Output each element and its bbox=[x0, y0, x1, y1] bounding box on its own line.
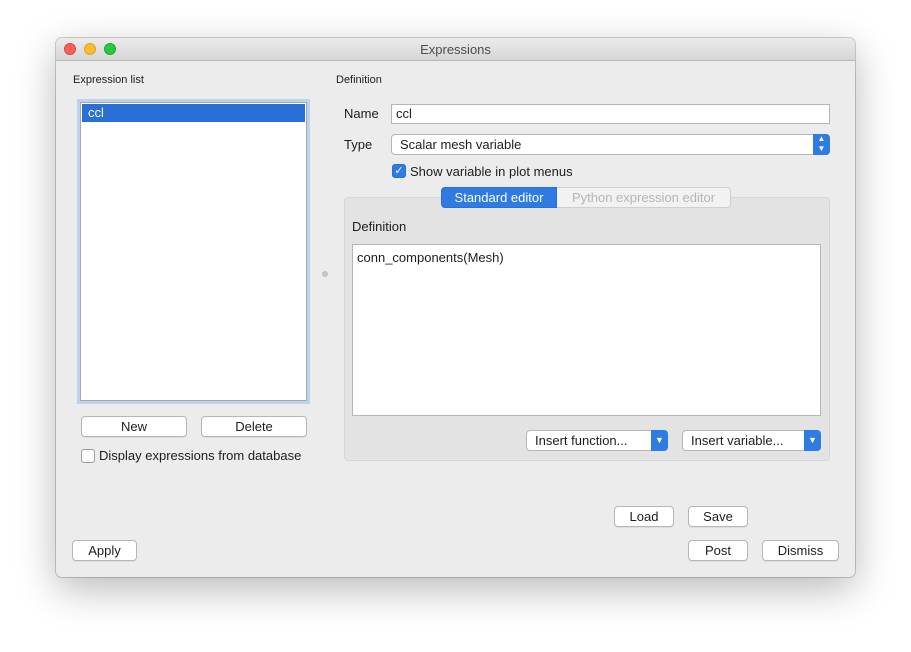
save-button[interactable]: Save bbox=[688, 506, 748, 527]
title-bar: Expressions bbox=[56, 38, 855, 61]
insert-variable-label: Insert variable... bbox=[691, 433, 784, 448]
type-select-value: Scalar mesh variable bbox=[400, 137, 522, 152]
display-db-label: Display expressions from database bbox=[99, 448, 302, 463]
expression-list-heading: Expression list bbox=[73, 74, 144, 86]
definition-textarea[interactable]: conn_components(Mesh) bbox=[352, 244, 821, 416]
show-in-menus-checkbox[interactable]: ✓ bbox=[392, 164, 406, 178]
insert-function-label: Insert function... bbox=[535, 433, 628, 448]
tab-python-editor[interactable]: Python expression editor bbox=[557, 187, 731, 208]
updown-chevron-icon: ▲ ▼ bbox=[813, 134, 830, 155]
dismiss-button[interactable]: Dismiss bbox=[762, 540, 839, 561]
chevron-down-icon: ▼ bbox=[804, 430, 821, 451]
display-db-checkbox[interactable] bbox=[81, 449, 95, 463]
tab-standard-editor[interactable]: Standard editor bbox=[441, 187, 557, 208]
post-button[interactable]: Post bbox=[688, 540, 748, 561]
new-button[interactable]: New bbox=[81, 416, 187, 437]
name-field[interactable]: ccl bbox=[391, 104, 830, 124]
expressions-window: Expressions Expression list ccl New Dele… bbox=[56, 38, 855, 577]
load-button[interactable]: Load bbox=[614, 506, 674, 527]
delete-button[interactable]: Delete bbox=[201, 416, 307, 437]
name-label: Name bbox=[344, 106, 379, 121]
splitter-handle[interactable] bbox=[322, 271, 328, 277]
type-select[interactable]: Scalar mesh variable ▲ ▼ bbox=[391, 134, 830, 155]
list-item[interactable]: ccl bbox=[82, 104, 305, 122]
editor-definition-heading: Definition bbox=[352, 219, 407, 234]
definition-heading: Definition bbox=[336, 74, 382, 86]
insert-variable-select[interactable]: Insert variable... ▼ bbox=[682, 430, 821, 451]
type-label: Type bbox=[344, 137, 373, 152]
insert-function-select[interactable]: Insert function... ▼ bbox=[526, 430, 668, 451]
expression-list[interactable]: ccl bbox=[80, 102, 307, 401]
chevron-down-icon: ▼ bbox=[651, 430, 668, 451]
window-title: Expressions bbox=[420, 42, 491, 57]
apply-button[interactable]: Apply bbox=[72, 540, 137, 561]
show-in-menus-label: Show variable in plot menus bbox=[410, 164, 573, 179]
